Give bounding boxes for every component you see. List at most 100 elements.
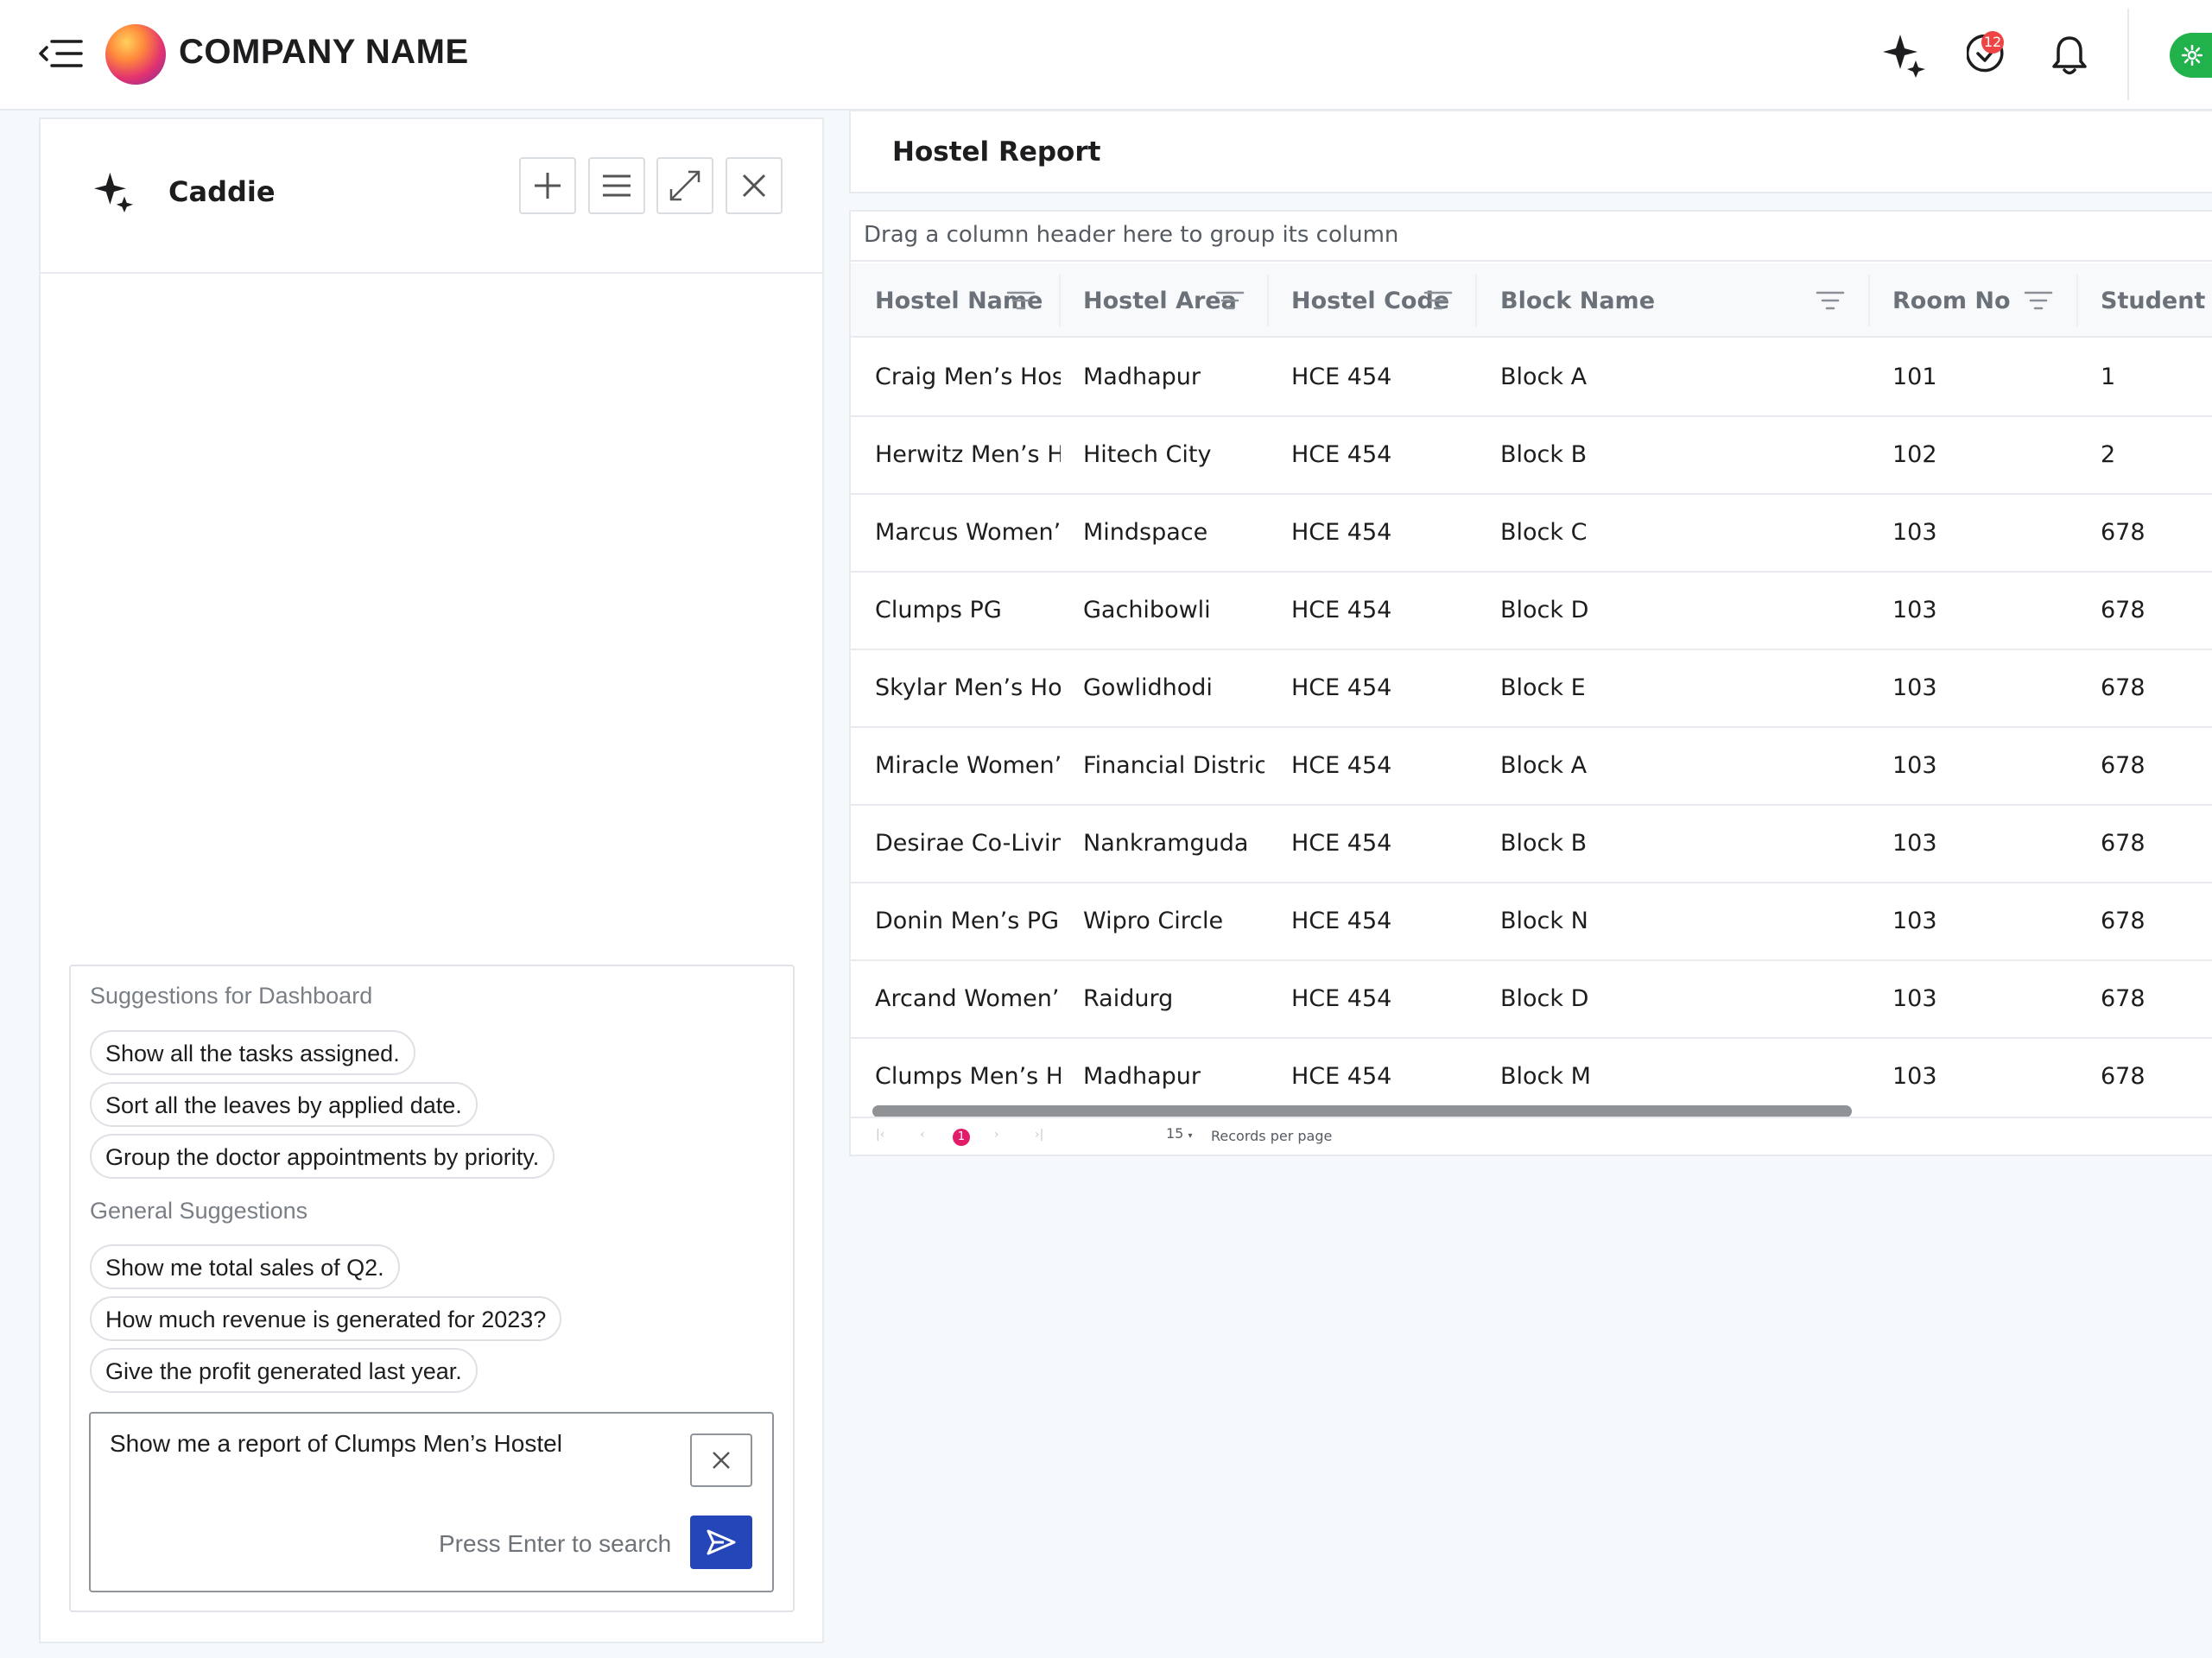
cell-hostel-area[interactable]: Raidurg <box>1083 985 1264 1012</box>
cell-hostel-area[interactable]: Mindspace <box>1083 519 1264 546</box>
cell-block-name[interactable]: Block C <box>1500 519 1587 546</box>
cell-hostel-code[interactable]: HCE 454 <box>1291 674 1391 701</box>
cell-room-no[interactable]: 103 <box>1892 830 1937 857</box>
sparkle-icon[interactable] <box>1883 33 1926 78</box>
column-divider[interactable] <box>1059 275 1061 326</box>
cell-block-name[interactable]: Block E <box>1500 674 1586 701</box>
clear-query-button[interactable] <box>690 1433 752 1487</box>
cell-room-no[interactable]: 103 <box>1892 597 1937 623</box>
cell-student-id[interactable]: 678 <box>2101 519 2145 546</box>
cell-student-id[interactable]: 678 <box>2101 830 2145 857</box>
cell-student-id[interactable]: 678 <box>2101 674 2145 701</box>
cell-hostel-area[interactable]: Madhapur <box>1083 364 1264 390</box>
cell-hostel-area[interactable]: Gachibowli <box>1083 597 1264 623</box>
cell-student-id[interactable]: 678 <box>2101 752 2145 779</box>
page-size-select[interactable]: 15 ▾ <box>1166 1125 1192 1142</box>
cell-room-no[interactable]: 103 <box>1892 752 1937 779</box>
cell-hostel-name[interactable]: Desirae Co-Living <box>875 830 1061 857</box>
cell-hostel-code[interactable]: HCE 454 <box>1291 752 1391 779</box>
cell-hostel-name[interactable]: Clumps Men’s Hostel <box>875 1063 1061 1090</box>
close-panel-button[interactable] <box>726 157 783 214</box>
cell-hostel-name[interactable]: Skylar Men’s Hostel <box>875 674 1061 701</box>
cell-hostel-name[interactable]: Marcus Women’s Hostel <box>875 519 1061 546</box>
filter-icon[interactable] <box>1423 290 1453 311</box>
cell-hostel-area[interactable]: Nankramguda <box>1083 830 1264 857</box>
bell-icon[interactable] <box>2051 35 2088 76</box>
cell-room-no[interactable]: 103 <box>1892 1063 1937 1090</box>
menu-collapse-icon[interactable] <box>38 36 83 71</box>
page-number-active[interactable]: 1 <box>953 1129 970 1146</box>
cell-hostel-area[interactable]: Gowlidhodi <box>1083 674 1264 701</box>
cell-hostel-name[interactable]: Miracle Women’s Hostel <box>875 752 1061 779</box>
close-icon <box>742 174 766 198</box>
cell-hostel-name[interactable]: Craig Men’s Hostel <box>875 364 1061 390</box>
filter-icon[interactable] <box>1215 290 1245 311</box>
horizontal-scrollbar[interactable] <box>872 1105 1852 1117</box>
suggestion-chip[interactable]: Give the profit generated last year. <box>90 1348 478 1393</box>
cell-student-id[interactable]: 1 <box>2101 364 2115 390</box>
cell-hostel-name[interactable]: Clumps PG <box>875 597 1061 623</box>
cell-block-name[interactable]: Block A <box>1500 364 1587 390</box>
cell-hostel-code[interactable]: HCE 454 <box>1291 985 1391 1012</box>
filter-icon[interactable] <box>1006 290 1036 311</box>
column-divider[interactable] <box>2076 275 2078 326</box>
cell-room-no[interactable]: 103 <box>1892 674 1937 701</box>
cell-block-name[interactable]: Block B <box>1500 441 1587 468</box>
cell-block-name[interactable]: Block M <box>1500 1063 1591 1090</box>
filter-icon[interactable] <box>2024 290 2053 311</box>
prev-page-icon[interactable]: ‹ <box>920 1128 925 1142</box>
cell-block-name[interactable]: Block D <box>1500 985 1588 1012</box>
suggestion-chip[interactable]: Show me total sales of Q2. <box>90 1244 400 1289</box>
cell-block-name[interactable]: Block B <box>1500 830 1587 857</box>
cell-room-no[interactable]: 101 <box>1892 364 1937 390</box>
cell-hostel-code[interactable]: HCE 454 <box>1291 830 1391 857</box>
suggestion-chip[interactable]: How much revenue is generated for 2023? <box>90 1296 562 1341</box>
expand-button[interactable] <box>656 157 713 214</box>
new-chat-button[interactable] <box>519 157 576 214</box>
cell-hostel-code[interactable]: HCE 454 <box>1291 364 1391 390</box>
status-toggle[interactable] <box>2170 33 2212 78</box>
cell-hostel-area[interactable]: Financial District <box>1083 752 1264 779</box>
column-divider[interactable] <box>1475 275 1477 326</box>
cell-student-id[interactable]: 678 <box>2101 1063 2145 1090</box>
cell-room-no[interactable]: 102 <box>1892 441 1937 468</box>
first-page-icon[interactable]: |‹ <box>876 1128 884 1142</box>
cell-hostel-area[interactable]: Wipro Circle <box>1083 908 1264 934</box>
cell-student-id[interactable]: 678 <box>2101 985 2145 1012</box>
cell-room-no[interactable]: 103 <box>1892 519 1937 546</box>
cell-hostel-code[interactable]: HCE 454 <box>1291 1063 1391 1090</box>
cell-hostel-code[interactable]: HCE 454 <box>1291 441 1391 468</box>
column-header-block-name[interactable]: Block Name <box>1500 288 1655 314</box>
cell-block-name[interactable]: Block A <box>1500 752 1587 779</box>
last-page-icon[interactable]: ›| <box>1035 1128 1043 1142</box>
column-header-room-no[interactable]: Room No <box>1892 288 2011 314</box>
cell-hostel-code[interactable]: HCE 454 <box>1291 597 1391 623</box>
suggestion-chip[interactable]: Sort all the leaves by applied date. <box>90 1082 478 1127</box>
cell-hostel-code[interactable]: HCE 454 <box>1291 519 1391 546</box>
cell-hostel-area[interactable]: Madhapur <box>1083 1063 1264 1090</box>
cell-hostel-code[interactable]: HCE 454 <box>1291 908 1391 934</box>
cell-hostel-area[interactable]: Hitech City <box>1083 441 1264 468</box>
cell-student-id[interactable]: 678 <box>2101 597 2145 623</box>
suggestion-chip[interactable]: Group the doctor appointments by priorit… <box>90 1134 555 1179</box>
cell-hostel-name[interactable]: Herwitz Men’s Hostel <box>875 441 1061 468</box>
history-menu-button[interactable] <box>588 157 645 214</box>
column-divider[interactable] <box>1267 275 1269 326</box>
send-button[interactable] <box>690 1516 752 1569</box>
cell-room-no[interactable]: 103 <box>1892 908 1937 934</box>
cell-hostel-name[interactable]: Donin Men’s PG <box>875 908 1061 934</box>
cell-block-name[interactable]: Block N <box>1500 908 1588 934</box>
cell-student-id[interactable]: 2 <box>2101 441 2115 468</box>
column-header-student-id[interactable]: Student ID <box>2101 288 2212 314</box>
cell-hostel-name[interactable]: Arcand Women’s Hostel <box>875 985 1061 1012</box>
suggestion-chip[interactable]: Show all the tasks assigned. <box>90 1030 415 1075</box>
filter-icon[interactable] <box>1816 290 1845 311</box>
next-page-icon[interactable]: › <box>994 1128 999 1142</box>
cell-room-no[interactable]: 103 <box>1892 985 1937 1012</box>
query-input-value[interactable]: Show me a report of Clumps Men’s Hostel <box>110 1430 562 1458</box>
cell-student-id[interactable]: 678 <box>2101 908 2145 934</box>
column-header-hostel-area[interactable]: Hostel Area <box>1083 288 1237 314</box>
cell-block-name[interactable]: Block D <box>1500 597 1588 623</box>
column-divider[interactable] <box>1868 275 1870 326</box>
row-divider <box>851 649 2212 650</box>
